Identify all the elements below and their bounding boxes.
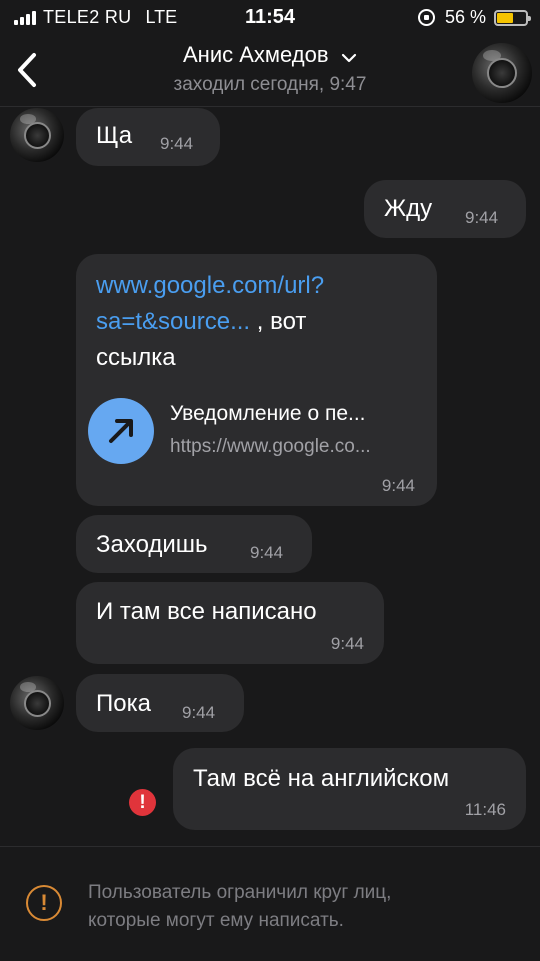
link-preview-url[interactable]: https://www.google.co... [170, 436, 371, 458]
status-bar: TELE2 RU LTE 11:54 56 % [0, 0, 540, 36]
sender-avatar[interactable] [10, 108, 64, 162]
header-avatar[interactable] [472, 43, 532, 103]
message-time: 9:44 [330, 634, 364, 653]
message-time: 9:44 [250, 543, 284, 562]
message-incoming-link[interactable]: www.google.com/url? sa=t&source... , вот… [76, 254, 437, 506]
link-preview-title[interactable]: Уведомление о пе... [170, 402, 366, 426]
status-right: 56 % [417, 7, 531, 28]
message-incoming[interactable]: Пока 9:44 [76, 674, 244, 732]
message-link-cont[interactable]: sa=t&source... [96, 308, 250, 335]
link-preview-icon-circle[interactable] [88, 398, 154, 464]
chat-title-button[interactable]: Анис Ахмедов [0, 42, 540, 68]
send-error-icon[interactable]: ! [129, 789, 156, 816]
battery-icon [494, 9, 531, 26]
chevron-down-icon [341, 53, 357, 62]
message-time: 9:44 [160, 134, 194, 153]
arrow-up-right-icon [109, 419, 133, 443]
notice-line: которые могут ему написать. [88, 910, 344, 931]
message-incoming[interactable]: Ща 9:44 [76, 108, 220, 166]
last-seen-status: заходил сегодня, 9:47 [173, 74, 367, 95]
message-time: 9:44 [381, 476, 415, 495]
message-incoming[interactable]: И там все написано 9:44 [76, 582, 384, 664]
message-text: Пока [96, 690, 151, 717]
message-incoming[interactable]: Заходишь 9:44 [76, 515, 312, 573]
message-text: Заходишь [96, 531, 208, 558]
message-text: Жду [384, 195, 433, 222]
battery-level [497, 12, 513, 23]
restriction-notice: ! Пользователь ограничил круг лиц, котор… [0, 846, 540, 961]
message-text: www.google.com/url? sa=t&source... , вот… [96, 268, 324, 376]
notice-line: Пользователь ограничил круг лиц, [88, 882, 392, 903]
warning-icon: ! [26, 885, 62, 921]
sender-avatar[interactable] [10, 676, 64, 730]
restriction-notice-text: Пользователь ограничил круг лиц, которые… [88, 879, 528, 935]
message-time: 9:44 [182, 703, 216, 722]
message-time: 11:46 [464, 800, 506, 819]
message-text-line: ссылка [96, 344, 176, 371]
message-text-after-link: , вот [250, 308, 307, 335]
message-outgoing[interactable]: Там всё на английском 11:46 [173, 748, 526, 830]
message-time: 9:44 [465, 208, 499, 227]
message-link[interactable]: www.google.com/url? [96, 272, 324, 299]
message-outgoing[interactable]: Жду 9:44 [364, 180, 526, 238]
chat-header: Анис Ахмедов заходил сегодня, 9:47 [0, 36, 540, 107]
rotation-lock-icon [417, 9, 435, 26]
message-text: Там всё на английском [193, 765, 450, 792]
chat-title: Анис Ахмедов [183, 42, 329, 67]
message-text: Ща [96, 122, 133, 149]
message-text: И там все написано [96, 598, 317, 625]
battery-percent: 56 % [444, 7, 486, 27]
